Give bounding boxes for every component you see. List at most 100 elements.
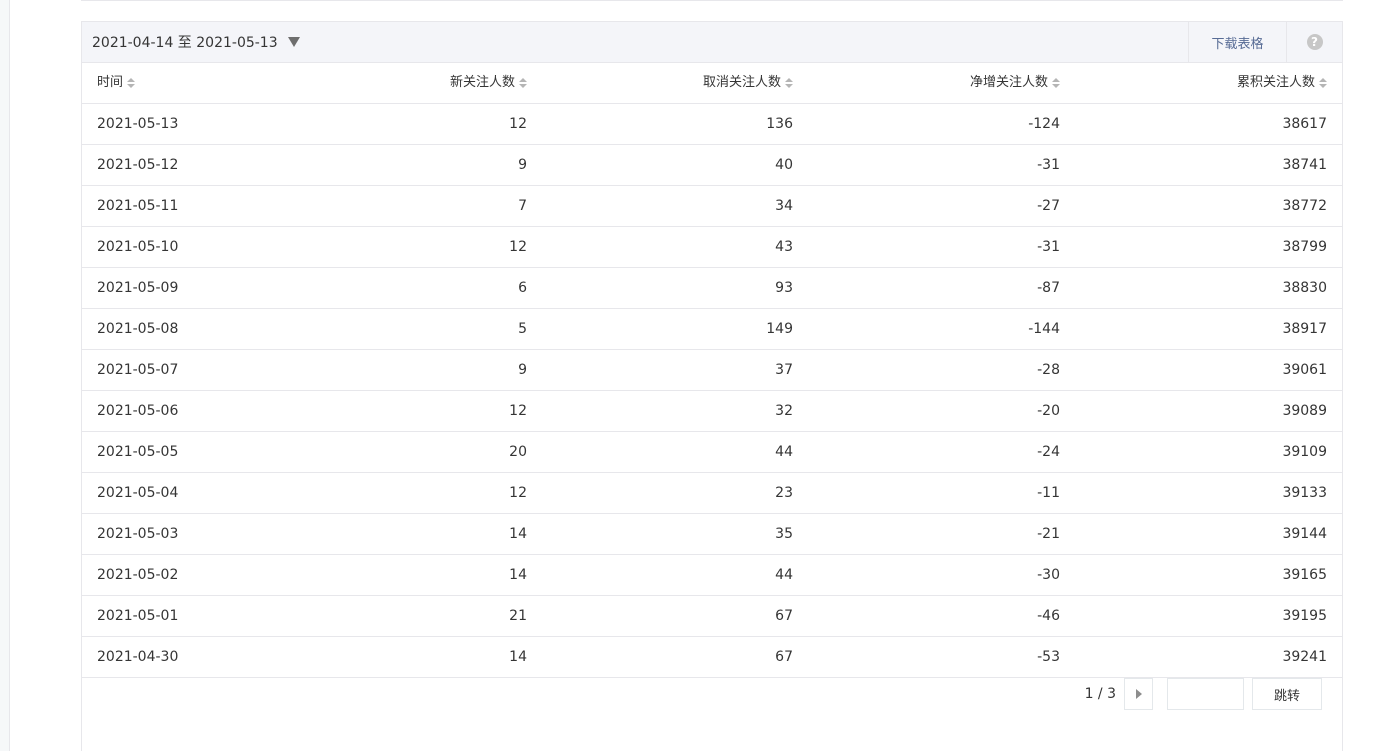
cell-new-followers: 12 — [509, 485, 527, 501]
cell-new-followers: 9 — [518, 362, 527, 378]
next-page-button[interactable] — [1124, 678, 1153, 710]
column-header-new-followers[interactable]: 新关注人数 — [450, 63, 527, 103]
cell-unfollows: 32 — [775, 403, 793, 419]
header-label: 净增关注人数 — [969, 75, 1048, 90]
chevron-right-icon — [1135, 689, 1142, 699]
cell-date: 2021-05-09 — [97, 280, 179, 296]
cell-date: 2021-05-01 — [97, 608, 179, 624]
top-divider — [81, 0, 1343, 1]
cell-new-followers: 5 — [518, 321, 527, 337]
header-label: 新关注人数 — [449, 75, 515, 90]
pagination: 1 / 3 跳转 — [1085, 678, 1322, 710]
cell-unfollows: 23 — [775, 485, 793, 501]
help-button[interactable]: ? — [1286, 22, 1342, 62]
table-row: 2021-05-09 6 93 -87 38830 — [82, 268, 1342, 309]
cell-net-growth: -31 — [1037, 157, 1060, 173]
date-range-selector[interactable]: 2021-04-14 至 2021-05-13 — [92, 22, 300, 62]
table-toolbar: 2021-04-14 至 2021-05-13 下载表格 ? — [82, 22, 1342, 63]
cell-net-growth: -46 — [1037, 608, 1060, 624]
header-label: 累积关注人数 — [1236, 75, 1315, 90]
cell-unfollows: 67 — [775, 608, 793, 624]
cell-unfollows: 136 — [766, 116, 793, 132]
table-row: 2021-05-02 14 44 -30 39165 — [82, 555, 1342, 596]
cell-unfollows: 35 — [775, 526, 793, 542]
cell-unfollows: 40 — [775, 157, 793, 173]
table-row: 2021-05-10 12 43 -31 38799 — [82, 227, 1342, 268]
cell-cumulative: 39144 — [1282, 526, 1327, 542]
cell-new-followers: 20 — [509, 444, 527, 460]
cell-new-followers: 21 — [509, 608, 527, 624]
question-circle-icon: ? — [1306, 34, 1323, 50]
cell-new-followers: 6 — [518, 280, 527, 296]
cell-net-growth: -24 — [1037, 444, 1060, 460]
cell-new-followers: 14 — [509, 649, 527, 665]
table-body: 2021-05-13 12 136 -124 38617 2021-05-12 … — [82, 104, 1342, 678]
cell-net-growth: -11 — [1037, 485, 1060, 501]
table-header-row: 时间 新关注人数 取消关注人数 净增关注人数 累积关注人数 — [82, 63, 1342, 104]
cell-new-followers: 12 — [509, 116, 527, 132]
cell-net-growth: -31 — [1037, 239, 1060, 255]
cell-cumulative: 38799 — [1282, 239, 1327, 255]
table-row: 2021-05-08 5 149 -144 38917 — [82, 309, 1342, 350]
cell-cumulative: 39061 — [1282, 362, 1327, 378]
cell-cumulative: 38917 — [1282, 321, 1327, 337]
cell-net-growth: -53 — [1037, 649, 1060, 665]
table-row: 2021-05-12 9 40 -31 38741 — [82, 145, 1342, 186]
page-indicator: 1 / 3 — [1084, 686, 1116, 702]
cell-cumulative: 39241 — [1282, 649, 1327, 665]
cell-cumulative: 39133 — [1282, 485, 1327, 501]
cell-unfollows: 44 — [775, 444, 793, 460]
cell-net-growth: -28 — [1037, 362, 1060, 378]
cell-cumulative: 38741 — [1282, 157, 1327, 173]
cell-cumulative: 38772 — [1282, 198, 1327, 214]
column-header-cumulative[interactable]: 累积关注人数 — [1237, 63, 1327, 103]
sort-icon[interactable] — [785, 78, 793, 88]
cell-cumulative: 39165 — [1282, 567, 1327, 583]
cell-date: 2021-05-11 — [97, 198, 179, 214]
download-table-button[interactable]: 下载表格 — [1188, 22, 1286, 62]
cell-new-followers: 14 — [509, 526, 527, 542]
cell-date: 2021-05-08 — [97, 321, 179, 337]
cell-date: 2021-05-03 — [97, 526, 179, 542]
cell-date: 2021-05-13 — [97, 116, 179, 132]
cell-net-growth: -124 — [1028, 116, 1060, 132]
jump-button[interactable]: 跳转 — [1252, 678, 1322, 710]
column-header-net-growth[interactable]: 净增关注人数 — [970, 63, 1060, 103]
table-row: 2021-05-06 12 32 -20 39089 — [82, 391, 1342, 432]
cell-date: 2021-04-30 — [97, 649, 179, 665]
sort-icon[interactable] — [1052, 78, 1060, 88]
page-jump-input[interactable] — [1167, 678, 1244, 710]
column-header-unfollows[interactable]: 取消关注人数 — [703, 63, 793, 103]
table-row: 2021-05-04 12 23 -11 39133 — [82, 473, 1342, 514]
cell-unfollows: 67 — [775, 649, 793, 665]
cell-new-followers: 7 — [518, 198, 527, 214]
cell-unfollows: 149 — [766, 321, 793, 337]
cell-new-followers: 12 — [509, 403, 527, 419]
triangle-down-icon — [287, 37, 300, 47]
cell-net-growth: -144 — [1028, 321, 1060, 337]
cell-new-followers: 12 — [509, 239, 527, 255]
cell-unfollows: 43 — [775, 239, 793, 255]
table-row: 2021-05-05 20 44 -24 39109 — [82, 432, 1342, 473]
sort-icon[interactable] — [519, 78, 527, 88]
column-header-date[interactable]: 时间 — [97, 63, 136, 103]
table-row: 2021-05-13 12 136 -124 38617 — [82, 104, 1342, 145]
cell-new-followers: 9 — [518, 157, 527, 173]
table-row: 2021-05-03 14 35 -21 39144 — [82, 514, 1342, 555]
table-row: 2021-05-01 21 67 -46 39195 — [82, 596, 1342, 637]
table-row: 2021-05-11 7 34 -27 38772 — [82, 186, 1342, 227]
cell-unfollows: 93 — [775, 280, 793, 296]
left-sidebar-edge — [0, 0, 10, 751]
cell-unfollows: 44 — [775, 567, 793, 583]
cell-date: 2021-05-02 — [97, 567, 179, 583]
cell-cumulative: 38830 — [1282, 280, 1327, 296]
table-row: 2021-05-07 9 37 -28 39061 — [82, 350, 1342, 391]
cell-date: 2021-05-10 — [97, 239, 179, 255]
cell-date: 2021-05-12 — [97, 157, 179, 173]
cell-net-growth: -20 — [1037, 403, 1060, 419]
date-range-label: 2021-04-14 至 2021-05-13 — [92, 35, 278, 51]
header-label: 取消关注人数 — [702, 75, 781, 90]
sort-icon[interactable] — [1319, 78, 1327, 88]
cell-unfollows: 34 — [775, 198, 793, 214]
sort-icon[interactable] — [127, 78, 136, 88]
